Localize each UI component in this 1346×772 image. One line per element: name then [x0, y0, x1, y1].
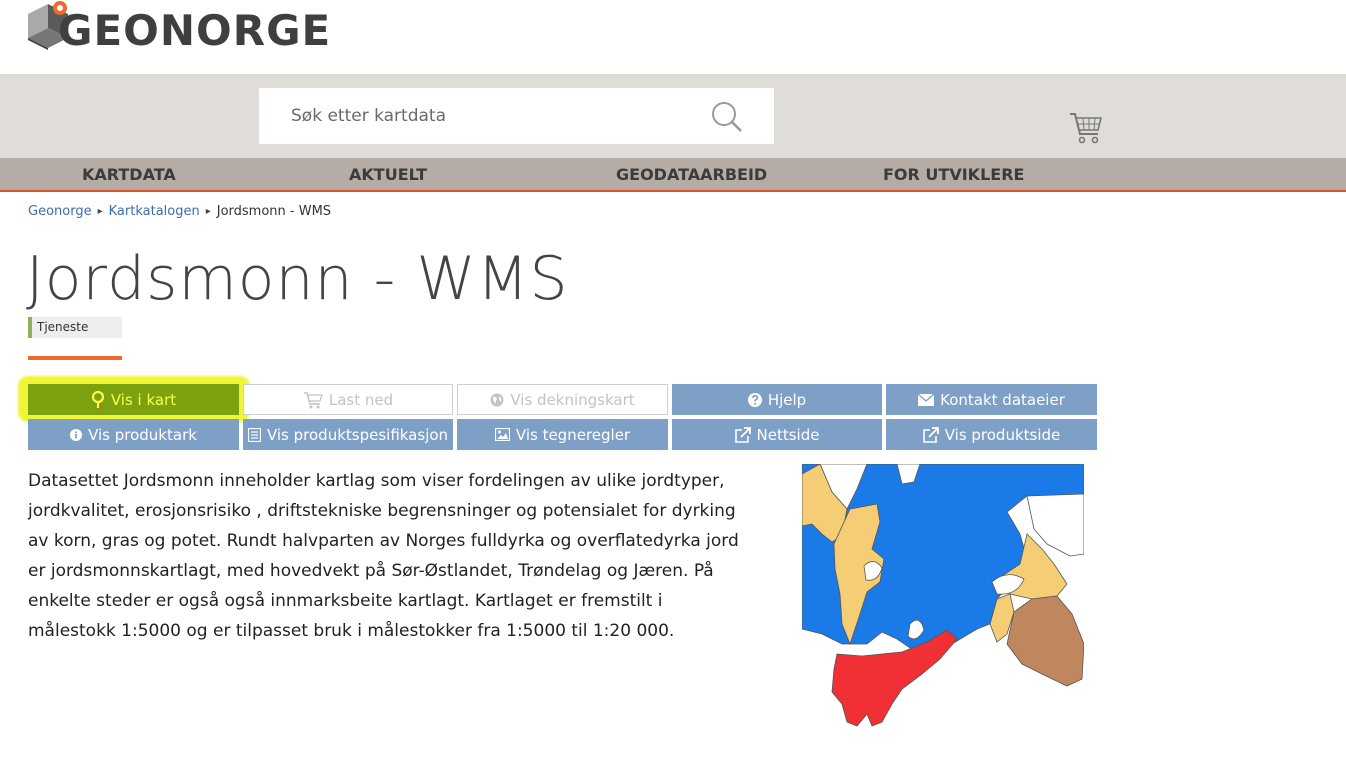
legend-rules-label: Vis tegneregler	[515, 425, 631, 444]
nav-item-aktuelt[interactable]: AKTUELT	[349, 165, 427, 184]
product-sheet-label: Vis produktark	[88, 425, 197, 444]
cart-icon	[303, 391, 323, 408]
website-button[interactable]: Nettside	[672, 419, 882, 450]
external-link-icon	[734, 426, 751, 443]
breadcrumb-separator: ▸	[97, 206, 103, 217]
product-spec-label: Vis produktspesifikasjon	[266, 425, 449, 444]
website-label: Nettside	[756, 425, 820, 444]
nav-item-kartdata[interactable]: KARTDATA	[82, 165, 176, 184]
map-marker-icon	[91, 390, 104, 408]
external-link-icon	[922, 426, 939, 443]
nav-item-geodataarbeid[interactable]: GEODATAARBEID	[616, 165, 767, 184]
coverage-map-button[interactable]: Vis dekningskart	[457, 384, 668, 415]
search-icon[interactable]	[710, 100, 744, 134]
legend-rules-button[interactable]: Vis tegneregler	[457, 419, 668, 450]
product-spec-button[interactable]: Vis produktspesifikasjon	[243, 419, 453, 450]
product-page-button[interactable]: Vis produktside	[886, 419, 1097, 450]
show-in-map-button[interactable]: Vis i kart	[28, 384, 239, 415]
breadcrumb-link-geonorge[interactable]: Geonorge	[28, 204, 92, 219]
breadcrumb-separator: ▸	[205, 206, 211, 217]
page-title: Jordsmonn - WMS	[26, 244, 569, 314]
type-badge: Tjeneste	[28, 317, 122, 338]
breadcrumb-link-kartkatalogen[interactable]: Kartkatalogen	[109, 204, 200, 219]
envelope-icon	[918, 393, 935, 406]
dataset-preview-image	[802, 464, 1084, 730]
dataset-description: Datasettet Jordsmonn inneholder kartlag …	[28, 471, 739, 641]
shopping-cart-icon[interactable]	[1068, 110, 1104, 146]
title-divider	[28, 356, 122, 360]
nav-item-for-utviklere[interactable]: FOR UTVIKLERE	[883, 165, 1024, 184]
product-sheet-button[interactable]: Vis produktark	[28, 419, 239, 450]
show-in-map-label: Vis i kart	[110, 390, 177, 409]
product-page-label: Vis produktside	[944, 425, 1061, 444]
contact-owner-button[interactable]: Kontakt dataeier	[886, 384, 1097, 415]
contact-owner-label: Kontakt dataeier	[940, 390, 1065, 409]
picture-icon	[494, 428, 510, 441]
download-button[interactable]: Last ned	[243, 384, 453, 415]
breadcrumb: Geonorge ▸ Kartkatalogen ▸ Jordsmonn - W…	[28, 204, 331, 219]
search-input[interactable]	[259, 88, 699, 144]
info-circle-icon	[70, 428, 83, 441]
search-band	[0, 74, 1346, 158]
breadcrumb-current: Jordsmonn - WMS	[216, 204, 332, 219]
question-circle-icon	[747, 392, 762, 407]
coverage-map-label: Vis dekningskart	[510, 390, 635, 409]
globe-icon	[490, 393, 504, 406]
search-box	[259, 88, 774, 144]
logo-text[interactable]: GEONORGE	[58, 6, 331, 55]
document-icon	[247, 427, 261, 442]
download-label: Last ned	[328, 390, 394, 409]
help-label: Hjelp	[767, 390, 807, 409]
main-nav: KARTDATA AKTUELT GEODATAARBEID FOR UTVIK…	[0, 158, 1346, 192]
help-button[interactable]: Hjelp	[672, 384, 882, 415]
